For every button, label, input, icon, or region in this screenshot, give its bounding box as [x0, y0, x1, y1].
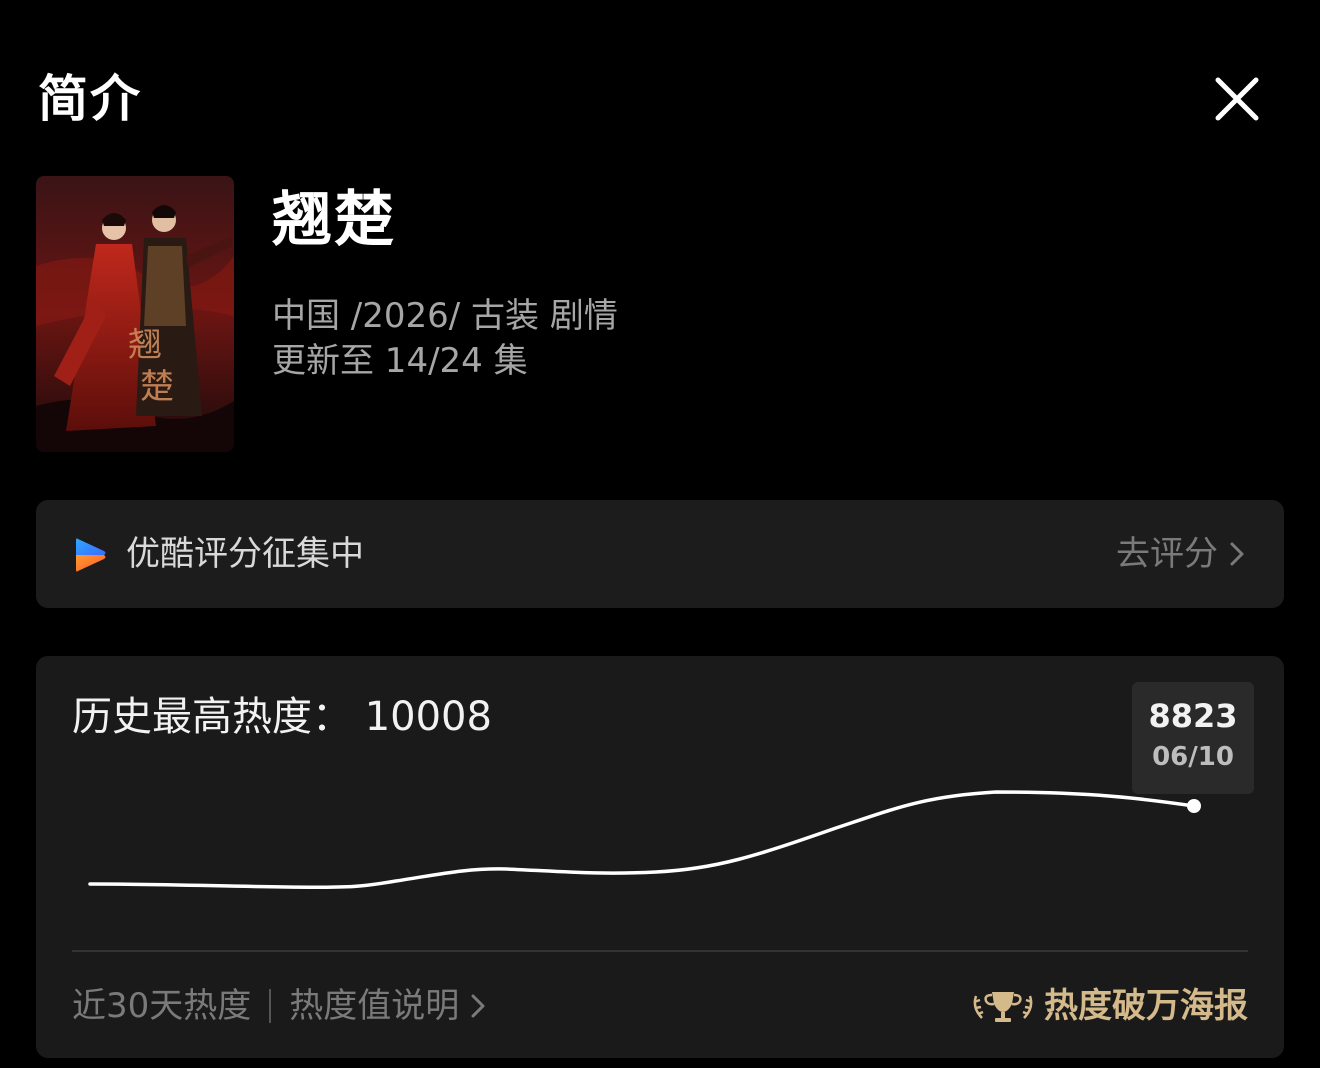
show-meta: 中国 /2026/ 古装 剧情: [272, 296, 618, 336]
chevron-right-icon: [1230, 542, 1244, 566]
show-episodes: 更新至 14/24 集: [272, 341, 528, 381]
close-button[interactable]: [1206, 70, 1266, 130]
heat-30-days-label: 近30天热度: [72, 986, 252, 1026]
youku-logo-icon: [76, 538, 106, 572]
close-icon: [1215, 77, 1259, 121]
tooltip-value: 8823: [1148, 697, 1238, 735]
show-title: 翘楚: [272, 185, 396, 255]
divider: [72, 950, 1248, 952]
trophy-icon: [973, 992, 1033, 1022]
rate-button-label: 去评分: [1116, 534, 1218, 574]
heat-footer: 近30天热度 热度值说明: [72, 982, 487, 1030]
heat-poster-link[interactable]: 热度破万海报: [970, 982, 1248, 1030]
heat-trend-line: [88, 790, 1196, 889]
rate-button[interactable]: 去评分: [1116, 530, 1246, 578]
tooltip-date: 06/10: [1152, 742, 1234, 772]
show-poster[interactable]: 翘 楚: [36, 176, 234, 452]
heat-explain-link[interactable]: 热度值说明: [289, 982, 487, 1030]
svg-text:翘: 翘: [128, 325, 162, 365]
heat-trend-chart: [88, 790, 1201, 889]
heat-tooltip: 8823 06/10: [1132, 682, 1254, 794]
rating-card[interactable]: 优酷评分征集中 去评分: [36, 500, 1284, 608]
intro-panel: 简介 翘 楚 翘楚 中国 /2026/ 古装 剧情 更新至 14/24 集 优酷…: [0, 0, 1320, 1068]
heat-explain-label: 热度值说明: [289, 986, 460, 1026]
chevron-right-icon: [471, 994, 485, 1018]
heat-poster-label: 热度破万海报: [1044, 986, 1248, 1026]
footer-separator: [269, 989, 272, 1023]
heat-trend-endpoint: [1187, 799, 1201, 813]
svg-text:楚: 楚: [140, 367, 174, 407]
page-title: 简介: [38, 70, 142, 128]
rating-label: 优酷评分征集中: [126, 534, 364, 574]
heat-card: 历史最高热度： 10008 8823 06/10 近30天热度 热度值说明 热度…: [36, 656, 1284, 1058]
